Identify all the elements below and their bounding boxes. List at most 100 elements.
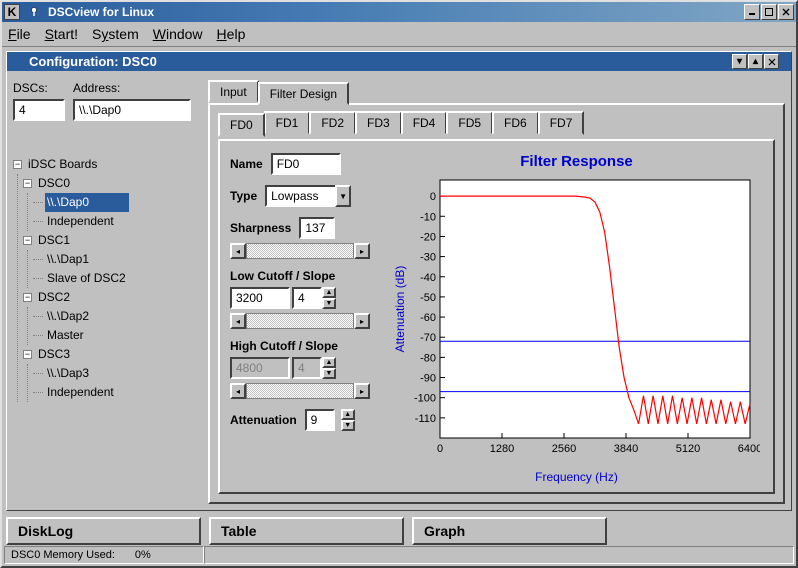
tree-item[interactable]: Independent [45, 212, 114, 231]
tab-input[interactable]: Input [208, 80, 259, 103]
svg-text:-80: -80 [420, 352, 436, 364]
arrow-left-icon[interactable]: ◂ [230, 313, 246, 329]
attenuation-input[interactable] [305, 409, 335, 431]
attenuation-stepper[interactable]: ▲▼ [341, 409, 355, 431]
child-close-button[interactable] [764, 54, 779, 69]
menu-system[interactable]: System [92, 26, 139, 42]
svg-text:0: 0 [430, 191, 436, 203]
chart-area: Filter Response 0-10-20-30-40-50-60-70-8… [390, 153, 763, 484]
high-cutoff-slider: ◂▸ [230, 383, 370, 399]
arrow-left-icon[interactable]: ◂ [230, 243, 246, 259]
fd-tab-7[interactable]: FD7 [538, 111, 585, 135]
titlebar[interactable]: K DSCview for Linux [2, 2, 796, 22]
x-axis-label: Frequency (Hz) [535, 470, 618, 484]
svg-text:Attenuation (dB): Attenuation (dB) [393, 266, 407, 353]
fd-tab-0[interactable]: FD0 [218, 113, 265, 137]
expand-icon[interactable]: − [23, 236, 32, 245]
board-tree[interactable]: −iDSC Boards −DSC0 \\.\Dap0 Independent … [13, 155, 202, 402]
maximize-button[interactable] [761, 4, 777, 20]
arrow-up-icon: ▲ [322, 357, 336, 368]
menu-start[interactable]: Start! [45, 26, 78, 42]
tree-item[interactable]: \\.\Dap3 [45, 364, 89, 383]
tree-board[interactable]: DSC0 [36, 174, 70, 193]
type-label: Type [230, 189, 257, 203]
address-input[interactable] [73, 99, 191, 121]
config-titlebar[interactable]: Configuration: DSC0 ▾ ▴ [7, 52, 791, 71]
svg-text:5120: 5120 [676, 443, 700, 455]
fd-tab-2[interactable]: FD2 [309, 111, 356, 135]
high-cutoff-input [230, 357, 290, 379]
tree-board[interactable]: DSC3 [36, 345, 70, 364]
expand-icon[interactable]: − [23, 179, 32, 188]
tree-item[interactable]: \\.\Dap2 [45, 307, 89, 326]
svg-text:2560: 2560 [552, 443, 576, 455]
sharpness-input[interactable] [299, 217, 335, 239]
fd-tab-6[interactable]: FD6 [492, 111, 539, 135]
child-restore-button[interactable]: ▴ [748, 54, 763, 69]
dscs-label: DSCs: [13, 81, 65, 95]
low-slope-stepper[interactable]: ▲▼ [322, 287, 336, 309]
menu-window[interactable]: Window [153, 26, 203, 42]
tree-board[interactable]: DSC1 [36, 231, 70, 250]
fd-tab-4[interactable]: FD4 [401, 111, 448, 135]
expand-icon[interactable]: − [13, 160, 22, 169]
fd-tab-1[interactable]: FD1 [264, 111, 311, 135]
high-slope-stepper: ▲▼ [322, 357, 336, 379]
chevron-down-icon[interactable]: ▼ [335, 185, 351, 207]
main-window: K DSCview for Linux File Start! System W… [0, 0, 798, 568]
menu-help[interactable]: Help [217, 26, 246, 42]
tree-item[interactable]: Slave of DSC2 [45, 269, 126, 288]
type-select[interactable]: ▼ [265, 185, 351, 207]
tree-item-selected[interactable]: \\.\Dap0 [45, 193, 129, 212]
tab-disklog[interactable]: DiskLog [6, 517, 201, 545]
low-cutoff-input[interactable] [230, 287, 290, 309]
arrow-right-icon[interactable]: ▸ [354, 313, 370, 329]
tree-item[interactable]: \\.\Dap1 [45, 250, 89, 269]
svg-text:-40: -40 [420, 272, 436, 284]
filter-params: Name Type ▼ [230, 153, 380, 484]
close-button[interactable] [778, 4, 794, 20]
svg-text:-110: -110 [415, 413, 436, 425]
arrow-up-icon[interactable]: ▲ [341, 409, 355, 420]
config-title: Configuration: DSC0 [29, 54, 157, 69]
mdi-child-window: Configuration: DSC0 ▾ ▴ DSCs: Address: [6, 51, 792, 511]
type-value[interactable] [265, 185, 335, 207]
tab-graph[interactable]: Graph [412, 517, 607, 545]
svg-text:-50: -50 [420, 292, 436, 304]
tree-item[interactable]: Independent [45, 383, 114, 402]
tree-item[interactable]: Master [45, 326, 84, 345]
expand-icon[interactable]: − [23, 350, 32, 359]
pin-icon[interactable] [26, 4, 42, 20]
expand-icon[interactable]: − [23, 293, 32, 302]
svg-text:-90: -90 [420, 373, 436, 385]
arrow-right-icon: ▸ [354, 383, 370, 399]
window-title: DSCview for Linux [42, 5, 743, 19]
tree-root[interactable]: iDSC Boards [26, 155, 97, 174]
dscs-input[interactable] [13, 99, 65, 121]
arrow-up-icon[interactable]: ▲ [322, 287, 336, 298]
minimize-button[interactable] [744, 4, 760, 20]
low-cutoff-label: Low Cutoff / Slope [230, 269, 380, 283]
fd-tab-5[interactable]: FD5 [446, 111, 493, 135]
arrow-down-icon[interactable]: ▼ [341, 420, 355, 431]
low-slope-input[interactable] [292, 287, 322, 309]
sharpness-slider[interactable]: ◂▸ [230, 243, 370, 259]
attenuation-label: Attenuation [230, 413, 297, 427]
arrow-right-icon[interactable]: ▸ [354, 243, 370, 259]
menu-file[interactable]: File [8, 26, 31, 42]
tab-filter-design[interactable]: Filter Design [258, 82, 349, 105]
name-input[interactable] [271, 153, 341, 175]
low-cutoff-slider[interactable]: ◂▸ [230, 313, 370, 329]
high-cutoff-label: High Cutoff / Slope [230, 339, 380, 353]
svg-text:-10: -10 [420, 211, 436, 223]
arrow-down-icon[interactable]: ▼ [322, 298, 336, 309]
child-minimize-button[interactable]: ▾ [732, 54, 747, 69]
tab-table[interactable]: Table [209, 517, 404, 545]
arrow-left-icon: ◂ [230, 383, 246, 399]
left-panel: DSCs: Address: −iDSC Boards −DSC0 \\.\Da… [13, 81, 208, 504]
name-label: Name [230, 157, 263, 171]
status-memory-value: 0% [135, 549, 151, 561]
fd-tab-3[interactable]: FD3 [355, 111, 402, 135]
tree-board[interactable]: DSC2 [36, 288, 70, 307]
app-menu-icon[interactable]: K [4, 4, 20, 20]
